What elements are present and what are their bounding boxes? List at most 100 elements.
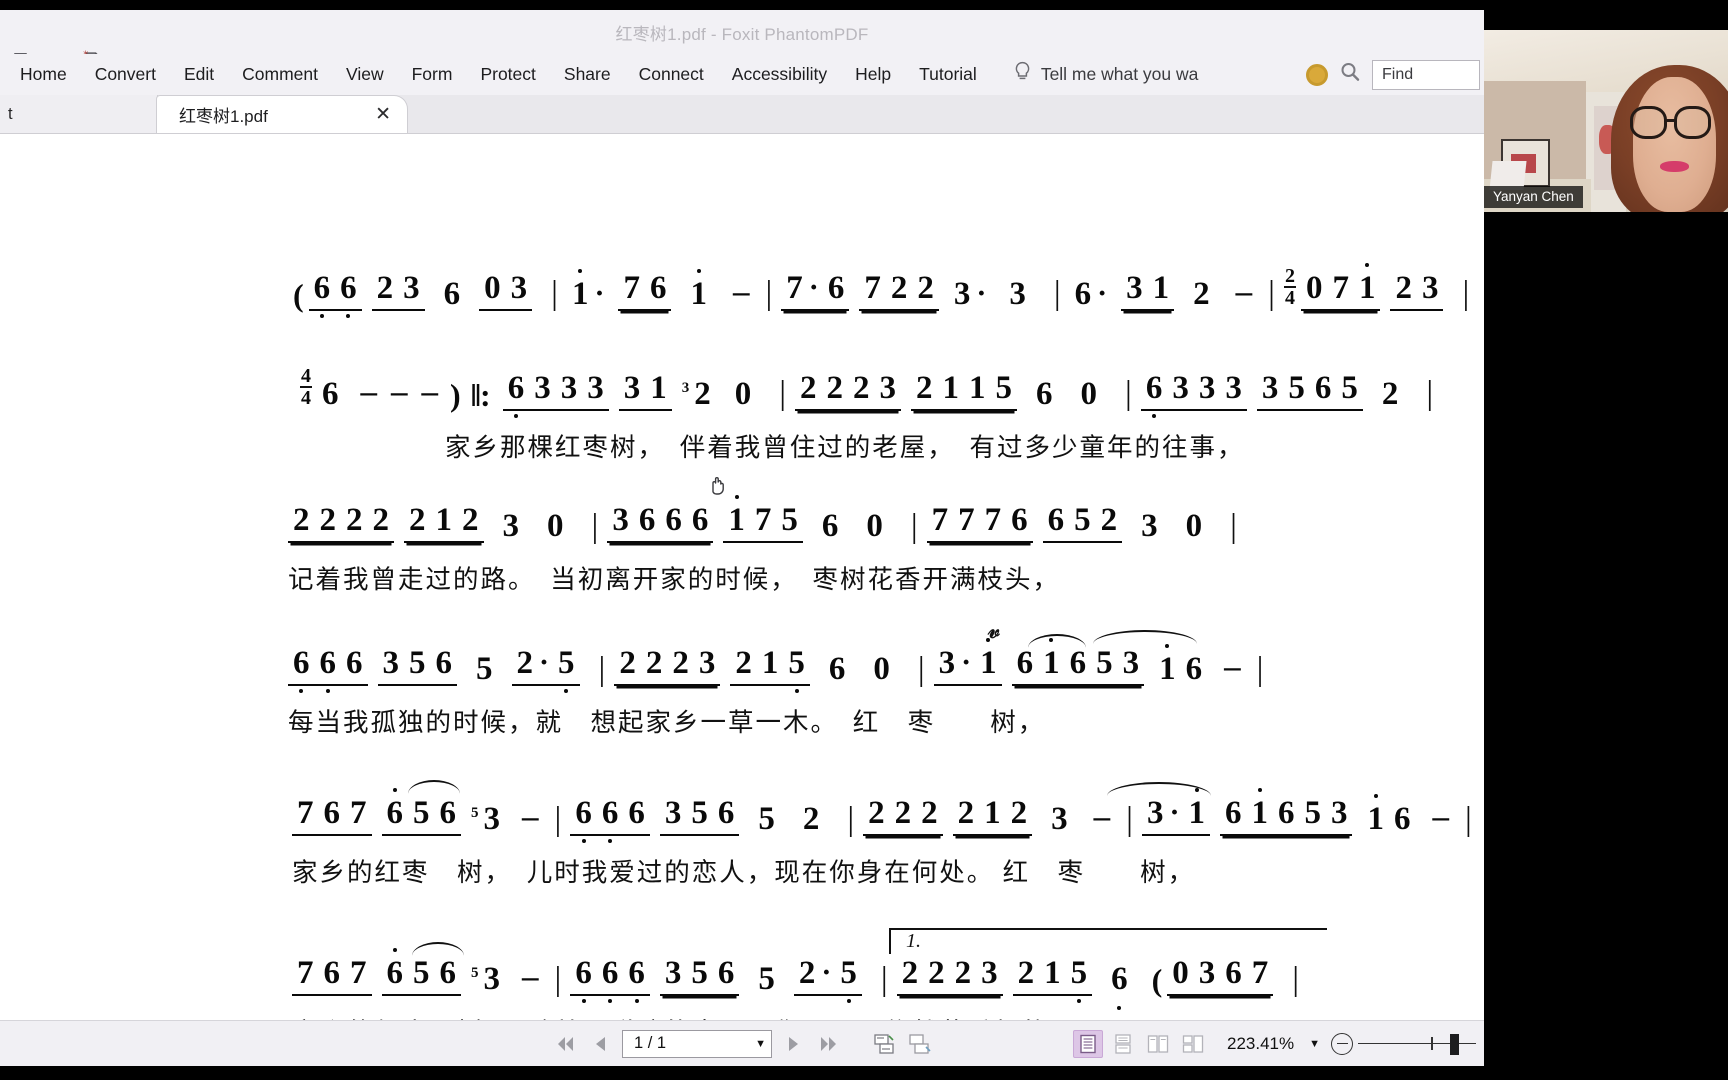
note-group: 666 <box>288 647 368 686</box>
menu-item-convert[interactable]: Convert <box>81 60 170 89</box>
paren-close: ) <box>450 376 461 413</box>
zoom-slider[interactable] <box>1358 1033 1476 1055</box>
hold-dash: – <box>1432 799 1449 835</box>
note-group: 3 <box>1009 275 1026 312</box>
note-group: 23 <box>371 271 425 311</box>
document-tab-bar: t 红枣树1.pdf ✕ <box>0 95 1484 134</box>
menu-item-connect[interactable]: Connect <box>625 60 718 89</box>
note-group: 3 · 1 <box>1141 796 1210 836</box>
note-group: 2115 <box>911 371 1017 411</box>
pdf-viewport[interactable]: ( 66 23 6 0 3 | 1 · 7 6 1 – | 7 · 6 7 2 2… <box>0 134 1484 1020</box>
previous-page-button[interactable] <box>587 1031 613 1057</box>
barline: | <box>554 960 562 998</box>
close-icon[interactable]: ✕ <box>371 105 395 124</box>
music-line-4-lyrics: 每当我孤独的时候，就 想起家乡一草一木。 红 枣 树， <box>288 708 1046 737</box>
barline: | <box>1126 800 1133 838</box>
note-group: 5 <box>758 801 775 837</box>
first-ending-label: 1. <box>906 930 921 952</box>
menu-item-help[interactable]: Help <box>841 60 905 89</box>
view-and-zoom-controls: 223.41% ▼ <box>1072 1029 1484 1058</box>
hold-dash: – <box>1235 273 1253 310</box>
music-line-2-lyrics: 家乡那棵红枣树， 伴着我曾住过的老屋， 有过多少童年的往事， <box>445 432 1245 462</box>
note-group: 652 <box>1042 504 1123 543</box>
next-page-button[interactable] <box>781 1031 807 1057</box>
barline: | <box>917 650 925 688</box>
menu-item-protect[interactable]: Protect <box>466 60 549 89</box>
note-group: 32 <box>681 375 711 412</box>
barline: | <box>554 800 562 838</box>
slur-3 <box>408 780 460 794</box>
tab-background[interactable]: t <box>0 95 158 133</box>
first-page-button[interactable] <box>552 1031 578 1057</box>
find-input[interactable]: Find <box>1372 59 1480 90</box>
note-group: 0 <box>866 508 883 544</box>
note-group: 3565 <box>1256 371 1363 411</box>
note-group: 66 <box>308 271 362 311</box>
time-signature: 24 <box>1283 265 1296 310</box>
page-number-input[interactable]: 1 / 1 ▼ <box>622 1029 772 1058</box>
grace-note: 5 <box>471 805 479 821</box>
paren-open: ( <box>1151 962 1163 998</box>
facing-view-button[interactable] <box>1143 1030 1173 1058</box>
search-icon[interactable] <box>1338 60 1362 89</box>
note-group: 6 · <box>1074 275 1108 312</box>
note-group: 666 <box>570 957 650 996</box>
hold-dash: – <box>522 799 539 835</box>
tab-title: 红枣树1.pdf <box>179 107 268 126</box>
note-group: 7776 <box>926 504 1033 543</box>
barline: | <box>1268 275 1275 313</box>
music-line-4-notes: 666 356 5 2 · 5 | 2223 2 1 5 6 0 | 3 · 1… <box>288 646 1272 686</box>
account-circle-icon[interactable] <box>1306 63 1328 86</box>
note-group: 6 <box>1036 375 1053 412</box>
note-group: 356 <box>659 957 740 996</box>
next-view-icon[interactable] <box>906 1031 932 1057</box>
menu-item-accessibility[interactable]: Accessibility <box>718 60 841 89</box>
foxit-phantompdf-window: 红枣树1.pdf - Foxit PhantomPDF Home Convert… <box>0 10 1484 1066</box>
tab-hongzaoshu-pdf[interactable]: 红枣树1.pdf ✕ <box>156 95 408 133</box>
menu-item-form[interactable]: Form <box>398 60 467 89</box>
hand-cursor <box>706 472 730 504</box>
barline: | <box>1256 650 1264 688</box>
barline: | <box>779 375 786 413</box>
note-group: 0 <box>547 508 564 544</box>
menu-item-tutorial[interactable]: Tutorial <box>905 60 991 89</box>
webcam-video-overlay[interactable]: Yanyan Chen <box>1484 30 1728 212</box>
eyeglasses-right-lens <box>1674 106 1711 140</box>
music-line-3: 2222 212 3 0 | 3666 175 6 0 | 7 7 7 6 6 … <box>288 504 1246 596</box>
menu-item-home[interactable]: Home <box>10 60 81 89</box>
note-group: 16 <box>1154 653 1207 686</box>
hold-dash: – <box>1224 649 1241 685</box>
menu-item-view[interactable]: View <box>332 60 398 89</box>
grace-note: 3 <box>681 379 690 396</box>
zoom-slider-thumb[interactable] <box>1450 1033 1460 1055</box>
zoom-dropdown-icon[interactable]: ▼ <box>1309 1038 1320 1050</box>
tell-me-search[interactable]: Tell me what you wa <box>1013 61 1198 89</box>
note-group: 212 <box>952 797 1033 836</box>
barline: | <box>765 275 773 313</box>
note-group: 3666 <box>607 504 714 543</box>
menu-item-comment[interactable]: Comment <box>228 60 332 89</box>
zoom-out-button[interactable] <box>1331 1032 1353 1055</box>
music-line-6: 1. 767 656 53 – | 6 6 6 3 5 6 5 2 · 5 | … <box>292 928 1327 1020</box>
single-page-view-button[interactable] <box>1072 1029 1103 1058</box>
music-line-6-lyrics: 家乡的红枣 树， 随着那磋砣的岁月，你 是否依然花香如故。 <box>292 1012 1308 1020</box>
barline: | <box>910 507 918 545</box>
lightbulb-icon <box>1013 61 1032 89</box>
note-group: 23 <box>1390 271 1444 311</box>
previous-view-icon[interactable] <box>871 1031 897 1057</box>
last-page-button[interactable] <box>816 1031 842 1057</box>
note-group: 6333 <box>502 371 609 411</box>
barline: | <box>591 507 599 545</box>
note-group: 356 <box>377 647 457 686</box>
menu-item-share[interactable]: Share <box>550 60 625 89</box>
menu-item-edit[interactable]: Edit <box>170 60 228 89</box>
note-group: 6333 <box>1140 371 1247 411</box>
barline: | <box>880 960 888 998</box>
continuous-facing-view-button[interactable] <box>1178 1030 1208 1058</box>
chevron-down-icon[interactable]: ▼ <box>755 1038 766 1050</box>
window-title: 红枣树1.pdf - Foxit PhantomPDF <box>615 24 869 44</box>
note-group: 071 <box>1300 271 1381 311</box>
hold-dash: – <box>421 373 439 410</box>
note-group: 1 · <box>567 277 609 311</box>
continuous-scroll-view-button[interactable] <box>1108 1030 1138 1058</box>
